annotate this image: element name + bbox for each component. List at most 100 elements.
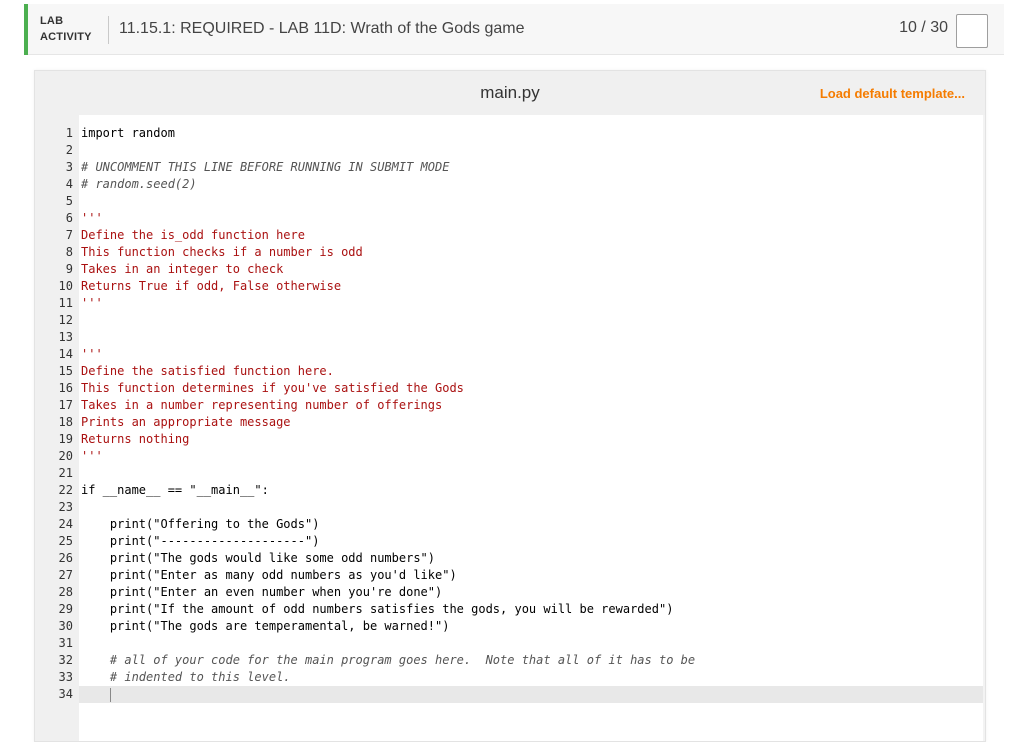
lab-title: 11.15.1: REQUIRED - LAB 11D: Wrath of th… xyxy=(119,20,525,37)
code-line: 5 xyxy=(66,193,985,210)
line-number: 17 xyxy=(58,398,73,412)
code-line-text: # indented to this level. xyxy=(81,670,291,684)
code-line: 20 ''' xyxy=(59,448,985,465)
code-line: 9 Takes in an integer to check xyxy=(66,261,985,278)
code-line-text: print("Enter as many odd numbers as you'… xyxy=(81,568,457,582)
line-number: 30 xyxy=(58,619,73,633)
code-line-text: if __name__ == "__main__": xyxy=(81,483,269,497)
lab-activity-label: LAB ACTIVITY xyxy=(40,13,92,45)
line-number: 27 xyxy=(58,568,73,582)
line-number: 19 xyxy=(58,432,73,446)
code-line-text: # random.seed(2) xyxy=(81,177,197,191)
code-line: 33 # indented to this level. xyxy=(59,669,985,686)
code-line: 4 # random.seed(2) xyxy=(66,176,985,193)
score-badge-icon xyxy=(956,14,988,48)
code-line: 18 Prints an appropriate message xyxy=(59,414,985,431)
code-line: 21 xyxy=(59,465,985,482)
line-number: 10 xyxy=(58,279,73,293)
code-line: 3 # UNCOMMENT THIS LINE BEFORE RUNNING IN… xyxy=(66,159,985,176)
code-line: 10 Returns True if odd, False otherwise xyxy=(59,278,985,295)
line-number: 29 xyxy=(58,602,73,616)
code-line-text: print("The gods would like some odd numb… xyxy=(81,551,436,565)
code-line-text: This function determines if you've satis… xyxy=(81,381,464,395)
code-line-text: ''' xyxy=(81,347,103,361)
code-line: 14 ''' xyxy=(59,346,985,363)
code-line-text: Takes in a number representing number of… xyxy=(81,398,443,412)
code-line-text: Define the is_odd function here xyxy=(81,228,305,242)
code-text-area[interactable]: 1 import random 2 3 # UNCOMMENT THIS LINE BE… xyxy=(59,115,985,741)
score-text: 10 / 30 xyxy=(899,19,948,36)
code-line-text: Returns True if odd, False otherwise xyxy=(81,279,342,293)
line-number: 22 xyxy=(58,483,73,497)
code-line: 15 Define the satisfied function here. xyxy=(59,363,985,380)
line-number: 21 xyxy=(58,466,73,480)
code-line-text: print("--------------------") xyxy=(81,534,320,548)
code-line-text: print("The gods are temperamental, be wa… xyxy=(81,619,450,633)
code-lines: 1 import random 2 3 # UNCOMMENT THIS LINE BE… xyxy=(59,125,985,703)
line-number: 32 xyxy=(58,653,73,667)
line-number: 24 xyxy=(58,517,73,531)
code-line-text: # all of your code for the main program … xyxy=(81,653,696,667)
code-line-text: ''' xyxy=(81,449,103,463)
line-number: 6 xyxy=(65,211,73,225)
code-line-text: Returns nothing xyxy=(81,432,190,446)
line-number: 12 xyxy=(58,313,73,327)
line-number: 11 xyxy=(58,296,73,310)
code-line: 11 ''' xyxy=(59,295,985,312)
code-line-text: Takes in an integer to check xyxy=(81,262,284,276)
line-number: 13 xyxy=(58,330,73,344)
code-line: 1 import random xyxy=(66,125,985,142)
code-line-text: This function checks if a number is odd xyxy=(81,245,363,259)
line-number: 16 xyxy=(58,381,73,395)
code-line: 34 xyxy=(59,686,985,703)
code-line: 8 This function checks if a number is odd xyxy=(66,244,985,261)
lab-header: LAB ACTIVITY 11.15.1: REQUIRED - LAB 11D… xyxy=(24,4,1004,55)
code-line: 12 xyxy=(59,312,985,329)
line-number: 25 xyxy=(58,534,73,548)
lab-label-text: LAB xyxy=(40,15,64,27)
line-number: 7 xyxy=(65,228,73,242)
line-number: 2 xyxy=(65,143,73,157)
code-line: 31 xyxy=(59,635,985,652)
code-line: 17 Takes in a number representing number … xyxy=(59,397,985,414)
code-line-text: import random xyxy=(81,126,175,140)
code-line: 7 Define the is_odd function here xyxy=(66,227,985,244)
code-line-text: print("If the amount of odd numbers sati… xyxy=(81,602,674,616)
code-line: 25 print("--------------------") xyxy=(59,533,985,550)
header-divider xyxy=(108,16,109,44)
code-line: 2 xyxy=(66,142,985,159)
code-line: 30 print("The gods are temperamental, be… xyxy=(59,618,985,635)
code-line: 13 xyxy=(59,329,985,346)
code-line-text: print("Enter an even number when you're … xyxy=(81,585,443,599)
line-number: 15 xyxy=(58,364,73,378)
editor-scroll-edge xyxy=(983,115,985,741)
code-line-text: print("Offering to the Gods") xyxy=(81,517,320,531)
line-number: 20 xyxy=(58,449,73,463)
code-line-text: # UNCOMMENT THIS LINE BEFORE RUNNING IN … xyxy=(81,160,450,174)
code-line: 22 if __name__ == "__main__": xyxy=(59,482,985,499)
line-number: 23 xyxy=(58,500,73,514)
code-line-text: ''' xyxy=(81,296,103,310)
line-number: 31 xyxy=(58,636,73,650)
code-line: 29 print("If the amount of odd numbers s… xyxy=(59,601,985,618)
line-number: 14 xyxy=(58,347,73,361)
line-number: 28 xyxy=(58,585,73,599)
activity-label-text: ACTIVITY xyxy=(40,31,92,43)
code-line: 24 print("Offering to the Gods") xyxy=(59,516,985,533)
text-cursor xyxy=(109,687,111,702)
code-line-text: ''' xyxy=(81,211,103,225)
line-number: 33 xyxy=(58,670,73,684)
line-number: 34 xyxy=(58,687,73,701)
code-line: 16 This function determines if you've sat… xyxy=(59,380,985,397)
code-line: 6 ''' xyxy=(66,210,985,227)
editor-toolbar: main.py Load default template... xyxy=(35,71,985,116)
line-number: 26 xyxy=(58,551,73,565)
code-line: 19 Returns nothing xyxy=(59,431,985,448)
code-line: 23 xyxy=(59,499,985,516)
code-line: 27 print("Enter as many odd numbers as y… xyxy=(59,567,985,584)
line-number: 5 xyxy=(65,194,73,208)
line-number: 18 xyxy=(58,415,73,429)
load-default-template-link[interactable]: Load default template... xyxy=(820,86,965,101)
line-number: 3 xyxy=(65,160,73,174)
line-number: 8 xyxy=(65,245,73,259)
